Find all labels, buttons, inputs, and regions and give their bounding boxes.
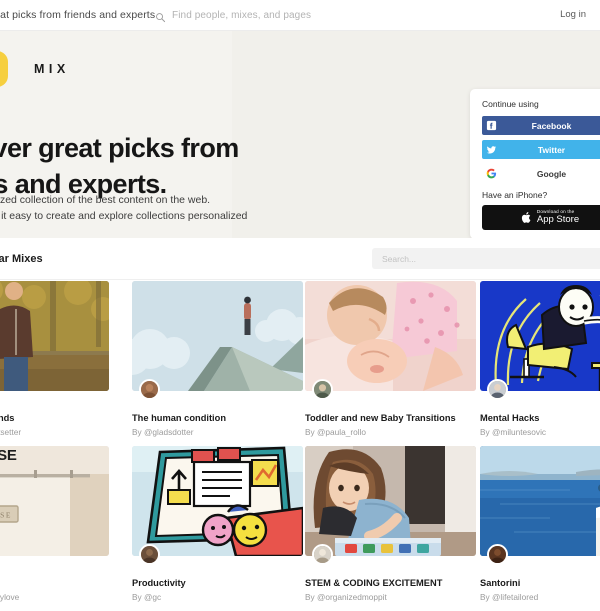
top-navigation-bar: Discover great picks from friends and ex… [0, 0, 600, 31]
mix-card-title: DIY Signs [0, 578, 109, 588]
mix-card-author: By @sprayandraylove [0, 592, 20, 602]
svg-text:FARMHOUSE: FARMHOUSE [0, 511, 12, 520]
iphone-prompt-label: Have an iPhone? [482, 190, 548, 200]
continue-with-facebook-button[interactable]: Facebook [482, 116, 600, 135]
hero-subtext: A personalized collection of the best co… [0, 192, 247, 225]
mix-card-author: By @gladsdotter [132, 427, 194, 437]
cliff-illustration[interactable] [132, 281, 303, 391]
laptop-illustration[interactable] [132, 446, 303, 556]
mixes-section-title: Popular Mixes [0, 253, 43, 265]
girl-puzzle-photo[interactable] [305, 446, 476, 556]
santorini-sea-photo[interactable] [480, 446, 600, 556]
global-search-placeholder: Find people, mixes, and pages [172, 10, 312, 21]
hero-headline-line1: Discover great picks from [0, 133, 239, 163]
avatar-paula-rollo[interactable] [312, 379, 333, 400]
mixes-grid-row: Family weekends By @weekendjetsetter [0, 281, 600, 446]
svg-text:FARMHOUSE: FARMHOUSE [0, 447, 17, 464]
mix-card-author: By @weekendjetsetter [0, 427, 22, 437]
site-logo[interactable]: MIX [0, 51, 70, 87]
search-icon [155, 10, 166, 23]
mix-card[interactable]: FARMHOUSE FARMHOUSE SIGN DIY Signs By @s… [0, 446, 109, 602]
farmhouse-sign-photo[interactable]: FARMHOUSE FARMHOUSE SIGN [0, 446, 109, 556]
hero-subtext-line1: A personalized collection of the best co… [0, 194, 211, 206]
stressed-man-cartoon[interactable] [480, 281, 600, 391]
mix-card-author: By @gc [132, 592, 162, 602]
mix-card[interactable]: Santorini By @lifetailored [480, 446, 600, 602]
apple-icon [521, 211, 532, 224]
mix-card-title: Mental Hacks [480, 413, 540, 423]
global-search-input[interactable]: Find people, mixes, and pages [155, 6, 445, 25]
mix-card-title: Productivity [132, 578, 186, 588]
mix-card-title: Family weekends [0, 413, 15, 423]
nav-tagline: Discover great picks from friends and ex… [0, 9, 156, 21]
mix-logo-mark-icon [0, 51, 8, 87]
mix-card-title: Toddler and new Baby Transitions [305, 413, 456, 423]
hero-subtext-line2: Mix makes it easy to create and explore … [0, 210, 248, 223]
mixes-search-placeholder: Search... [382, 253, 417, 264]
avatar-miluntesovic[interactable] [487, 379, 508, 400]
toddler-baby-photo[interactable] [305, 281, 476, 391]
mixes-grid-row: FARMHOUSE FARMHOUSE SIGN DIY Signs By @s… [0, 446, 600, 611]
mix-card-title: Santorini [480, 578, 521, 588]
continue-with-google-button[interactable]: Google [482, 164, 600, 183]
twitter-icon [482, 145, 501, 155]
mix-card-title: STEM & CODING EXCITEMENT [305, 578, 443, 588]
family-autumn-photo[interactable] [0, 281, 109, 391]
avatar-organizedmoppit[interactable] [312, 544, 333, 565]
mixes-grid: Family weekends By @weekendjetsetter [0, 281, 600, 611]
avatar-lifetailored[interactable] [487, 544, 508, 565]
avatar-gladsdotter[interactable] [139, 379, 160, 400]
mixes-search-input[interactable]: Search... [372, 248, 600, 269]
mix-card[interactable]: Mental Hacks By @miluntesovic [480, 281, 600, 437]
facebook-icon [482, 120, 501, 131]
mix-card-title: The human condition [132, 413, 226, 423]
mix-card-author: By @paula_rollo [305, 427, 367, 437]
mix-card[interactable]: Toddler and new Baby Transitions By @pau… [305, 281, 476, 437]
mix-card[interactable]: Family weekends By @weekendjetsetter [0, 281, 109, 437]
facebook-button-label: Facebook [531, 120, 572, 131]
avatar-gc[interactable] [139, 544, 160, 565]
mix-card-author: By @miluntesovic [480, 427, 547, 437]
twitter-button-label: Twitter [537, 144, 566, 155]
site-logo-text: MIX [34, 62, 70, 76]
hero-section: MIX Discover great picks from friends an… [0, 31, 600, 238]
app-store-badge-button[interactable]: Download on the App Store [482, 205, 600, 230]
google-button-label: Google [536, 168, 567, 179]
mix-card-author: By @lifetailored [480, 592, 539, 602]
continue-with-twitter-button[interactable]: Twitter [482, 140, 600, 159]
login-button[interactable]: Log in [560, 9, 586, 20]
signup-card: Continue using Facebook Twitter Google H… [470, 89, 600, 238]
app-store-big-label: App Store [536, 213, 580, 225]
mix-card[interactable]: Productivity By @gc [132, 446, 303, 602]
signup-card-title: Continue using [482, 99, 539, 109]
google-icon [482, 168, 501, 179]
mix-card[interactable]: STEM & CODING EXCITEMENT By @organizedmo… [305, 446, 476, 602]
mix-card[interactable]: The human condition By @gladsdotter [132, 281, 303, 437]
mix-card-author: By @organizedmoppit [305, 592, 387, 602]
